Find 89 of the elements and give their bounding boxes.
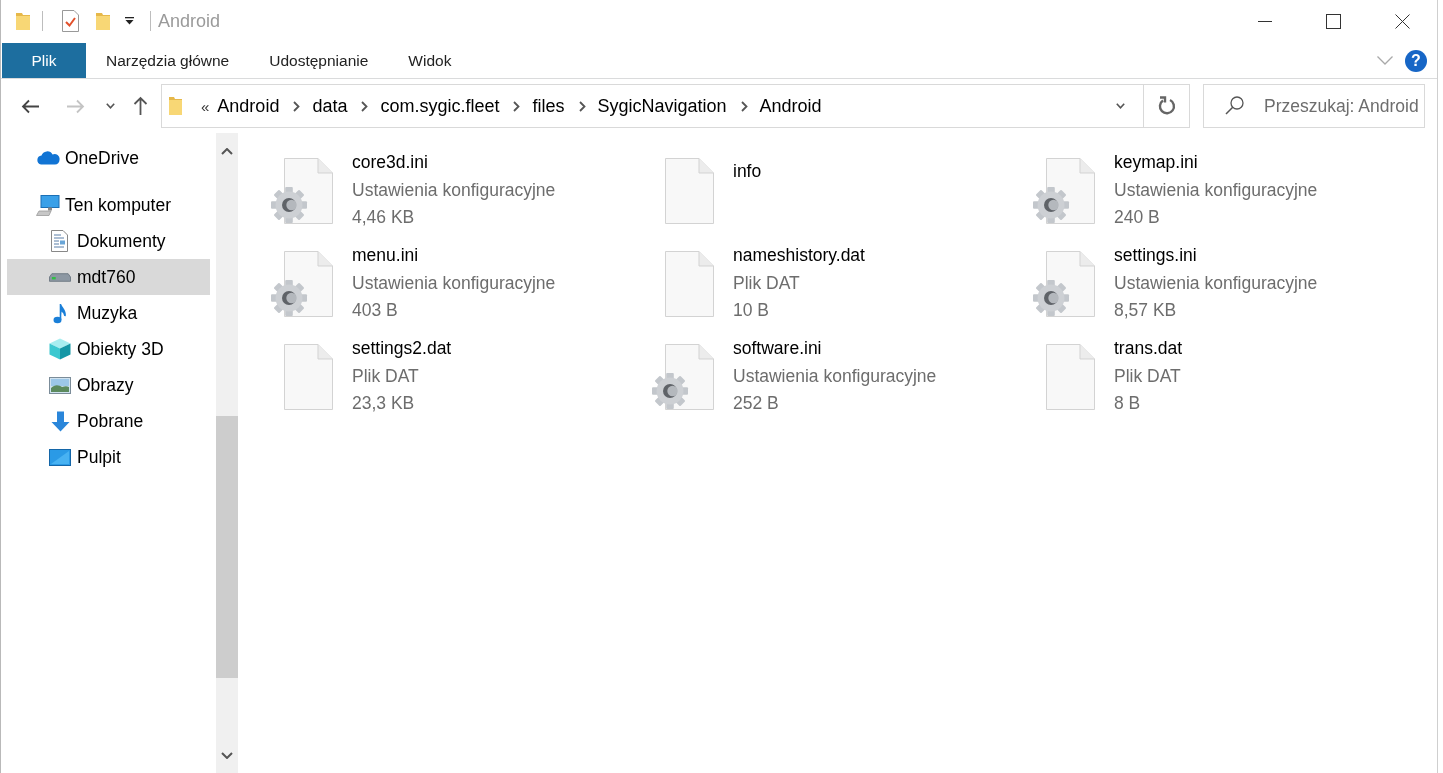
chevron-up-icon <box>221 147 233 155</box>
close-icon <box>1395 13 1410 29</box>
cube-icon <box>49 338 71 360</box>
file-icon <box>665 157 714 224</box>
desktop-icon <box>49 448 71 466</box>
file-type: Plik DAT <box>733 271 801 295</box>
settings-file-icon <box>1033 250 1095 317</box>
file-size: 8,57 KB <box>1114 299 1178 323</box>
file-size: 23,3 KB <box>352 392 416 416</box>
breadcrumb-item[interactable]: Android <box>217 95 280 117</box>
picture-icon <box>49 376 71 394</box>
nav-item[interactable]: Obiekty 3D <box>7 331 210 367</box>
file-name[interactable]: nameshistory.dat <box>733 242 865 270</box>
file-name[interactable]: info <box>733 157 762 186</box>
search-field[interactable]: Przeszukaj: Android <box>1203 84 1425 128</box>
drive-icon <box>49 272 71 282</box>
file-type: Ustawienia konfiguracyjne <box>1114 178 1318 202</box>
document-check-icon[interactable] <box>62 10 79 32</box>
computer-icon <box>36 194 60 216</box>
breadcrumb-item[interactable]: Android <box>759 95 822 117</box>
file-name[interactable]: keymap.ini <box>1114 149 1318 177</box>
overflow-button[interactable]: « <box>201 97 210 115</box>
file-type: Plik DAT <box>1114 364 1182 388</box>
chevron-down-icon <box>1115 103 1125 109</box>
dropdown-arrow-icon[interactable] <box>125 17 134 25</box>
file-size: 240 B <box>1114 206 1161 230</box>
chevron-right-icon[interactable] <box>578 100 586 112</box>
folder-icon <box>168 96 183 116</box>
window-title: Android <box>158 10 221 32</box>
settings-file-icon <box>1033 157 1095 224</box>
music-note-icon <box>53 302 67 324</box>
file-size: 4,46 KB <box>352 206 416 230</box>
nav-item[interactable]: Pulpit <box>7 439 210 475</box>
settings-file-icon <box>271 157 333 224</box>
file-size: 403 B <box>352 299 399 323</box>
file-size: 8 B <box>1114 392 1142 416</box>
breadcrumb-item[interactable]: data <box>312 95 348 117</box>
ribbon-tab[interactable]: Widok <box>388 43 472 78</box>
file-name[interactable]: trans.dat <box>1114 335 1183 363</box>
file-icon <box>1046 343 1095 410</box>
file-name[interactable]: settings2.dat <box>352 335 452 363</box>
nav-item[interactable]: OneDrive <box>7 140 210 176</box>
file-type: Ustawienia konfiguracyjne <box>352 271 556 295</box>
search-icon <box>1225 96 1244 115</box>
nav-item[interactable]: Muzyka <box>7 295 210 331</box>
breadcrumb-item[interactable]: files <box>532 95 565 117</box>
file-name[interactable]: core3d.ini <box>352 149 556 177</box>
file-name[interactable]: menu.ini <box>352 242 556 270</box>
nav-item[interactable]: Pobrane <box>7 403 210 439</box>
document-icon <box>51 230 68 252</box>
chevron-down-icon <box>1377 56 1393 65</box>
nav-item[interactable]: Ten komputer <box>7 187 210 223</box>
settings-file-icon <box>271 250 333 317</box>
chevron-right-icon[interactable] <box>293 100 301 112</box>
chevron-down-icon <box>105 103 115 109</box>
help-button[interactable]: ? <box>1405 49 1427 72</box>
minimize-icon <box>1257 20 1272 22</box>
arrow-up-icon <box>132 96 148 116</box>
file-tab[interactable]: Plik <box>2 43 86 78</box>
chevron-down-icon <box>221 751 233 759</box>
arrow-right-icon <box>65 98 85 114</box>
chevron-right-icon[interactable] <box>740 100 748 112</box>
file-size: 252 B <box>733 392 780 416</box>
cloud-icon <box>36 151 60 165</box>
maximize-icon <box>1326 13 1341 29</box>
nav-item[interactable]: Dokumenty <box>7 223 210 259</box>
file-type: Ustawienia konfiguracyjne <box>1114 271 1318 295</box>
nav-item[interactable]: mdt760 <box>7 259 210 295</box>
file-name[interactable]: settings.ini <box>1114 242 1318 270</box>
arrow-left-icon <box>20 98 40 114</box>
breadcrumb-item[interactable]: SygicNavigation <box>597 95 727 117</box>
chevron-right-icon[interactable] <box>361 100 369 112</box>
scrollbar-thumb[interactable] <box>216 416 238 678</box>
address-bar[interactable]: « Android data com.sygic.fleet files SygicNavigation Android <box>161 84 1190 128</box>
file-type: Ustawienia konfiguracyjne <box>352 178 556 202</box>
breadcrumb-item[interactable]: com.sygic.fleet <box>380 95 500 117</box>
chevron-right-icon[interactable] <box>513 100 521 112</box>
file-size: 10 B <box>733 299 770 323</box>
file-icon <box>665 250 714 317</box>
nav-item[interactable]: Obrazy <box>7 367 210 403</box>
download-arrow-icon <box>51 410 70 432</box>
file-type: Plik DAT <box>352 364 420 388</box>
file-type: Ustawienia konfiguracyjne <box>733 364 937 388</box>
file-name[interactable]: software.ini <box>733 335 937 363</box>
ribbon-tab[interactable]: Udostępnianie <box>249 43 389 78</box>
ribbon-tab[interactable]: Narzędzia główne <box>86 43 250 78</box>
settings-file-icon <box>652 343 714 410</box>
refresh-icon <box>1157 96 1176 116</box>
file-icon <box>284 343 333 410</box>
